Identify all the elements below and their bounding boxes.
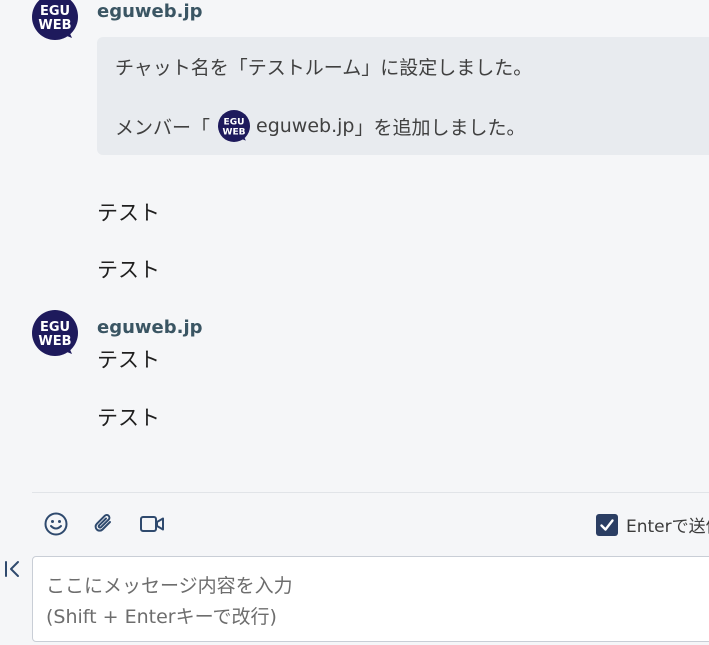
enter-to-send-checkbox[interactable] bbox=[596, 513, 618, 536]
svg-text:WEB: WEB bbox=[223, 127, 246, 137]
collapse-left-icon bbox=[5, 561, 19, 577]
system-notice-prefix: メンバー「 bbox=[115, 116, 211, 139]
svg-text:EGU: EGU bbox=[40, 4, 70, 19]
sender-name[interactable]: eguweb.jp bbox=[97, 1, 203, 22]
composer-divider bbox=[32, 492, 709, 493]
emoji-button[interactable] bbox=[41, 509, 71, 539]
svg-text:WEB: WEB bbox=[38, 334, 71, 349]
chat-view: EGU WEB eguweb.jp チャット名を「テストルーム」に設定しました。… bbox=[0, 0, 709, 645]
message-text: テスト bbox=[97, 258, 160, 282]
system-notice-line: メンバー「 EGU WEB eguweb.jp 」を追加しました。 bbox=[115, 110, 526, 142]
message-input-placeholder: ここにメッセージ内容を入力 (Shift + Enterキーで改行) bbox=[46, 571, 293, 633]
message-text: テスト bbox=[97, 406, 160, 430]
sender-avatar[interactable]: EGU WEB bbox=[32, 310, 78, 356]
sender-name[interactable]: eguweb.jp bbox=[97, 317, 203, 338]
system-notice-line: チャット名を「テストルーム」に設定しました。 bbox=[115, 57, 533, 79]
sender-avatar[interactable]: EGU WEB bbox=[32, 0, 78, 40]
collapse-sidebar-button[interactable] bbox=[2, 558, 24, 580]
attach-button[interactable] bbox=[89, 509, 119, 539]
placeholder-line: ここにメッセージ内容を入力 bbox=[46, 575, 293, 597]
checkmark-icon bbox=[600, 518, 614, 531]
video-icon bbox=[140, 516, 164, 532]
member-avatar: EGU WEB bbox=[218, 110, 251, 142]
message-text: テスト bbox=[97, 201, 160, 225]
enter-to-send-label: Enterで送信 bbox=[626, 517, 709, 537]
system-notice-suffix: 」を追加しました。 bbox=[354, 116, 526, 139]
message-input[interactable]: ここにメッセージ内容を入力 (Shift + Enterキーで改行) bbox=[32, 556, 709, 642]
placeholder-line: (Shift + Enterキーで改行) bbox=[46, 606, 277, 628]
system-notice: チャット名を「テストルーム」に設定しました。 メンバー「 EGU WEB egu… bbox=[97, 37, 709, 155]
enter-to-send-toggle[interactable]: Enterで送信 bbox=[596, 512, 709, 537]
attachment-icon bbox=[94, 514, 111, 532]
svg-text:EGU: EGU bbox=[224, 118, 245, 128]
member-name[interactable]: eguweb.jp bbox=[256, 115, 354, 137]
message-text: テスト bbox=[97, 348, 160, 372]
svg-text:EGU: EGU bbox=[40, 320, 70, 335]
svg-text:WEB: WEB bbox=[38, 18, 71, 33]
emoji-icon bbox=[44, 512, 68, 536]
video-call-button[interactable] bbox=[137, 509, 167, 539]
